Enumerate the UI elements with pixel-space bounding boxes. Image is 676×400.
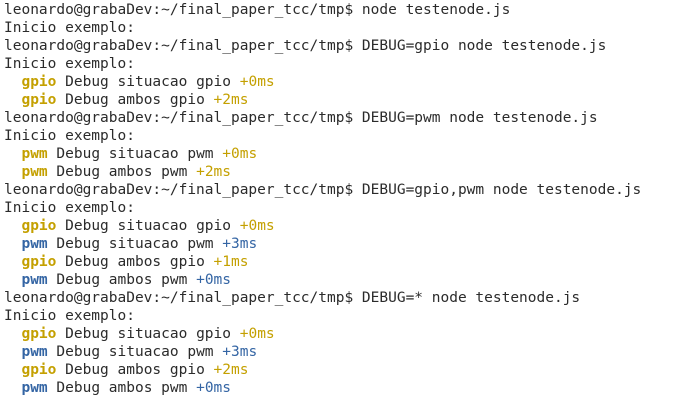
prompt-line: leonardo@grabaDev:~/final_paper_tcc/tmp$…	[4, 37, 676, 55]
debug-line: pwm Debug ambos pwm +2ms	[4, 163, 676, 181]
debug-line: gpio Debug ambos gpio +2ms	[4, 91, 676, 109]
output-line: Inicio exemplo:	[4, 55, 676, 73]
prompt-command-text: leonardo@grabaDev:~/final_paper_tcc/tmp$…	[4, 38, 607, 54]
debug-namespace: pwm	[21, 380, 48, 396]
debug-line: pwm Debug situacao pwm +3ms	[4, 343, 676, 361]
debug-namespace: gpio	[21, 254, 57, 270]
prompt-command-text: leonardo@grabaDev:~/final_paper_tcc/tmp$…	[4, 110, 598, 126]
debug-delta: +1ms	[213, 254, 249, 270]
debug-delta: +3ms	[222, 236, 258, 252]
debug-message: Debug situacao gpio	[65, 74, 231, 90]
output-text: Inicio exemplo:	[4, 56, 135, 72]
prompt-line: leonardo@grabaDev:~/final_paper_tcc/tmp$…	[4, 109, 676, 127]
debug-delta: +2ms	[213, 362, 249, 378]
output-text: Inicio exemplo:	[4, 200, 135, 216]
debug-message: Debug situacao pwm	[56, 344, 214, 360]
debug-message: Debug situacao pwm	[56, 146, 214, 162]
debug-delta: +0ms	[239, 326, 275, 342]
debug-line: gpio Debug situacao gpio +0ms	[4, 217, 676, 235]
debug-message: Debug ambos gpio	[65, 362, 205, 378]
debug-delta: +0ms	[196, 380, 232, 396]
debug-message: Debug ambos pwm	[56, 380, 188, 396]
debug-namespace: gpio	[21, 362, 57, 378]
debug-message: Debug situacao gpio	[65, 218, 231, 234]
output-line: Inicio exemplo:	[4, 19, 676, 37]
prompt-line: leonardo@grabaDev:~/final_paper_tcc/tmp$…	[4, 181, 676, 199]
output-line: Inicio exemplo:	[4, 199, 676, 217]
output-line: Inicio exemplo:	[4, 127, 676, 145]
prompt-line: leonardo@grabaDev:~/final_paper_tcc/tmp$…	[4, 1, 676, 19]
terminal-output[interactable]: leonardo@grabaDev:~/final_paper_tcc/tmp$…	[0, 0, 676, 400]
debug-line: pwm Debug situacao pwm +3ms	[4, 235, 676, 253]
debug-namespace: pwm	[21, 236, 48, 252]
debug-message: Debug ambos pwm	[56, 164, 188, 180]
debug-namespace: pwm	[21, 164, 48, 180]
debug-namespace: pwm	[21, 146, 48, 162]
debug-line: pwm Debug ambos pwm +0ms	[4, 379, 676, 397]
debug-line: gpio Debug ambos gpio +1ms	[4, 253, 676, 271]
debug-namespace: gpio	[21, 74, 57, 90]
output-text: Inicio exemplo:	[4, 128, 135, 144]
debug-namespace: gpio	[21, 218, 57, 234]
debug-message: Debug situacao pwm	[56, 236, 214, 252]
debug-line: gpio Debug situacao gpio +0ms	[4, 73, 676, 91]
debug-delta: +0ms	[239, 218, 275, 234]
debug-delta: +0ms	[239, 74, 275, 90]
debug-line: gpio Debug situacao gpio +0ms	[4, 325, 676, 343]
debug-message: Debug situacao gpio	[65, 326, 231, 342]
prompt-line: leonardo@grabaDev:~/final_paper_tcc/tmp$…	[4, 289, 676, 307]
debug-line: gpio Debug ambos gpio +2ms	[4, 361, 676, 379]
output-text: Inicio exemplo:	[4, 308, 135, 324]
debug-namespace: pwm	[21, 272, 48, 288]
prompt-command-text: leonardo@grabaDev:~/final_paper_tcc/tmp$…	[4, 182, 642, 198]
output-text: Inicio exemplo:	[4, 20, 135, 36]
debug-namespace: gpio	[21, 92, 57, 108]
debug-line: pwm Debug ambos pwm +0ms	[4, 271, 676, 289]
debug-delta: +0ms	[196, 272, 232, 288]
debug-message: Debug ambos gpio	[65, 92, 205, 108]
debug-namespace: pwm	[21, 344, 48, 360]
debug-message: Debug ambos gpio	[65, 254, 205, 270]
debug-delta: +2ms	[213, 92, 249, 108]
debug-delta: +0ms	[222, 146, 258, 162]
prompt-command-text: leonardo@grabaDev:~/final_paper_tcc/tmp$…	[4, 2, 511, 18]
debug-delta: +2ms	[196, 164, 232, 180]
debug-line: pwm Debug situacao pwm +0ms	[4, 145, 676, 163]
output-line: Inicio exemplo:	[4, 307, 676, 325]
debug-delta: +3ms	[222, 344, 258, 360]
prompt-command-text: leonardo@grabaDev:~/final_paper_tcc/tmp$…	[4, 290, 581, 306]
debug-namespace: gpio	[21, 326, 57, 342]
debug-message: Debug ambos pwm	[56, 272, 188, 288]
